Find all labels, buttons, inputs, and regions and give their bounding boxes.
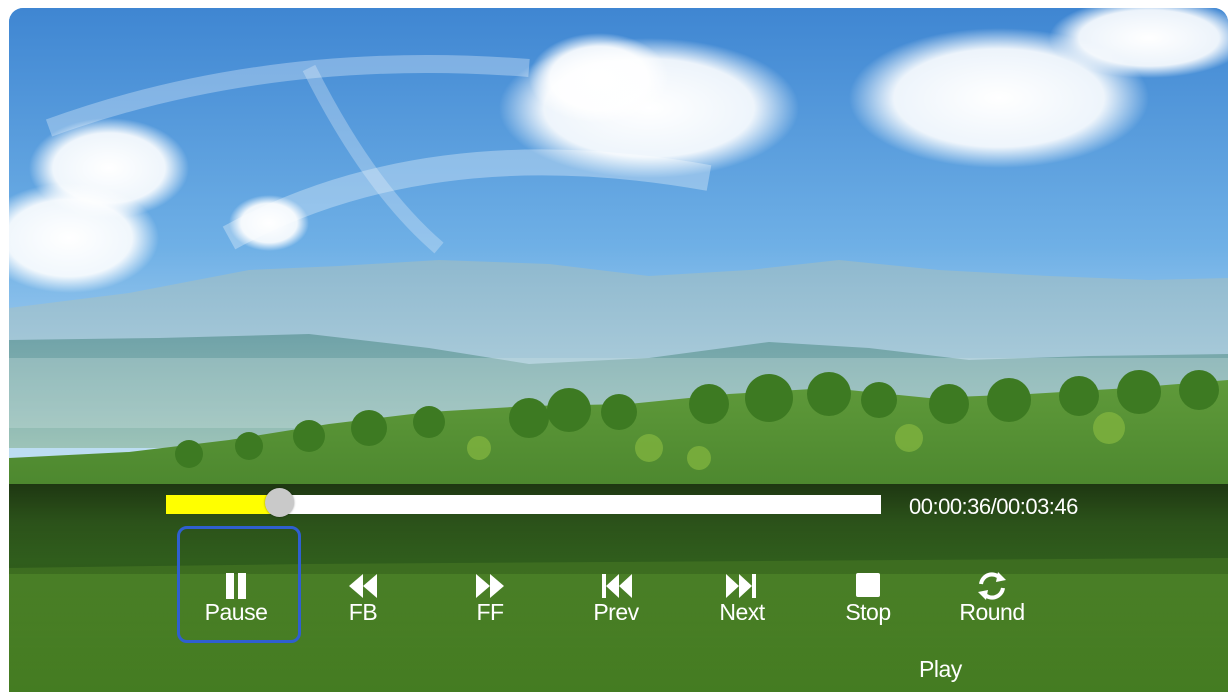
fast-forward-icon [435,570,545,602]
play-mode-label: Play [919,656,962,682]
fast-forward-label: FF [476,599,504,625]
previous-label: Prev [593,599,639,625]
time-display: 00:00:36/00:03:46 [909,494,1078,519]
skip-previous-icon [561,570,671,602]
stop-label: Stop [845,599,891,625]
repeat-icon [937,570,1047,602]
progress-fill [166,495,280,514]
fast-forward-button[interactable]: FF [435,570,545,630]
pause-label: Pause [204,599,268,625]
next-button[interactable]: Next [687,570,797,630]
stop-icon [813,570,923,602]
repeat-button[interactable]: Round [937,570,1047,630]
pause-button[interactable]: Pause [181,570,291,630]
stop-button[interactable]: Stop [813,570,923,630]
next-label: Next [719,599,765,625]
fast-backward-button[interactable]: FB [308,570,418,630]
progress-thumb[interactable] [265,488,295,517]
skip-next-icon [687,570,797,602]
fast-backward-label: FB [348,599,378,625]
fast-backward-icon [308,570,418,602]
repeat-label: Round [959,599,1025,625]
previous-button[interactable]: Prev [561,570,671,630]
pause-icon [181,570,291,602]
